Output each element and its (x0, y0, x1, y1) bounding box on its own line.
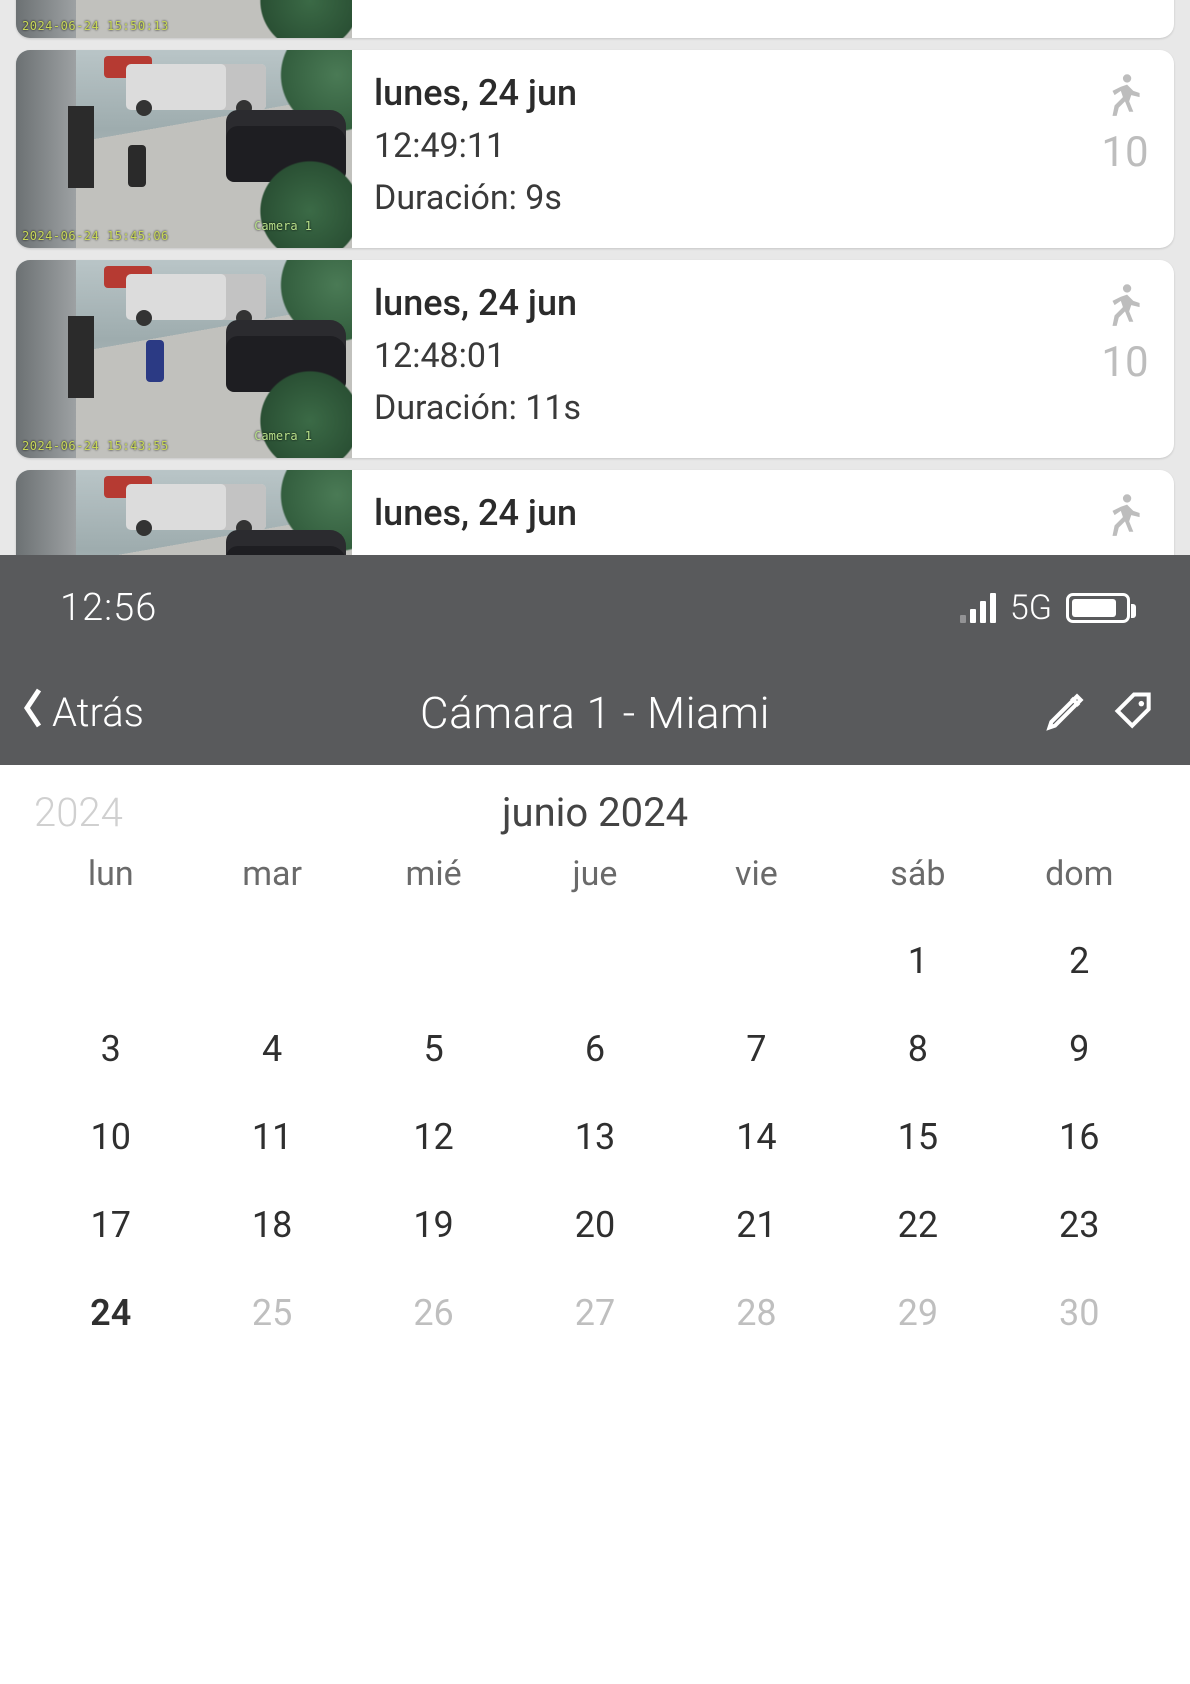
calendar-day[interactable]: 10 (30, 1108, 191, 1166)
calendar-dow: dom (999, 854, 1160, 902)
calendar-day[interactable]: 9 (999, 1020, 1160, 1078)
calendar-day[interactable]: 26 (353, 1284, 514, 1342)
edit-button[interactable] (1034, 681, 1098, 745)
event-info: lunes, 24 jun 12:49:11 Duración: 9s 10 (352, 50, 1174, 248)
signal-icon (960, 593, 996, 623)
calendar-day[interactable]: 29 (837, 1284, 998, 1342)
thumbnail-timestamp: 2024-06-24 15:43:55 (22, 440, 169, 452)
nav-bar: Atrás Cámara 1 - Miami (0, 660, 1190, 765)
calendar-day[interactable]: 7 (676, 1020, 837, 1078)
calendar-day[interactable]: 2 (999, 932, 1160, 990)
event-duration: Duración: 11s (374, 388, 1156, 428)
event-card[interactable]: 2024-06-24 15:50:13 (16, 0, 1174, 38)
calendar-day[interactable]: 25 (191, 1284, 352, 1342)
calendar-day[interactable]: 5 (353, 1020, 514, 1078)
calendar-day[interactable]: 14 (676, 1108, 837, 1166)
calendar-day[interactable]: 16 (999, 1108, 1160, 1166)
calendar-header: 2024 junio 2024 (0, 765, 1190, 846)
tag-button[interactable] (1102, 681, 1166, 745)
calendar-day[interactable]: 30 (999, 1284, 1160, 1342)
status-time: 12:56 (60, 586, 157, 630)
calendar-day[interactable]: 20 (514, 1196, 675, 1254)
event-duration: Duración: 9s (374, 178, 1156, 218)
thumbnail-timestamp: 2024-06-24 15:45:06 (22, 230, 169, 242)
calendar-day[interactable]: 6 (514, 1020, 675, 1078)
motion-badge (1100, 488, 1150, 542)
battery-icon (1066, 593, 1130, 623)
calendar-day[interactable]: 1 (837, 932, 998, 990)
event-card[interactable]: Camera 1 2024-06-24 15:43:55 lunes, 24 j… (16, 260, 1174, 458)
thumbnail-timestamp: 2024-06-24 15:50:13 (22, 20, 169, 32)
running-person-icon (1100, 488, 1150, 542)
running-person-icon (1100, 278, 1150, 332)
motion-count: 10 (1101, 338, 1148, 387)
event-time: 12:49:11 (374, 126, 1156, 166)
calendar-dow: vie (676, 854, 837, 902)
calendar-dow: lun (30, 854, 191, 902)
running-person-icon (1100, 68, 1150, 122)
calendar-day[interactable]: 17 (30, 1196, 191, 1254)
event-thumbnail: Camera 1 2024-06-24 15:43:55 (16, 260, 352, 458)
calendar-day[interactable]: 24 (30, 1284, 191, 1342)
event-date: lunes, 24 jun (374, 72, 1156, 114)
calendar-day[interactable]: 18 (191, 1196, 352, 1254)
status-bar: 12:56 5G (0, 555, 1190, 660)
motion-badge: 10 (1100, 68, 1150, 177)
calendar-day[interactable]: 13 (514, 1108, 675, 1166)
calendar-day[interactable]: 28 (676, 1284, 837, 1342)
event-thumbnail (16, 470, 352, 555)
event-date: lunes, 24 jun (374, 492, 1156, 534)
secondary-screen: 12:56 5G Atrás Cámara 1 - Miami (0, 555, 1190, 1684)
event-info: lunes, 24 jun 12:48:01 Duración: 11s 10 (352, 260, 1174, 458)
page-title: Cámara 1 - Miami (160, 687, 1030, 739)
calendar-month-label: junio 2024 (34, 789, 1156, 836)
calendar-day[interactable]: 22 (837, 1196, 998, 1254)
calendar-day[interactable]: 23 (999, 1196, 1160, 1254)
calendar-day[interactable]: 8 (837, 1020, 998, 1078)
calendar-day[interactable]: 3 (30, 1020, 191, 1078)
calendar-day[interactable]: 12 (353, 1108, 514, 1166)
calendar-day[interactable]: 27 (514, 1284, 675, 1342)
calendar-day[interactable]: 11 (191, 1108, 352, 1166)
thumbnail-camera-label: Camera 1 (254, 430, 312, 442)
calendar-day[interactable]: 15 (837, 1108, 998, 1166)
event-card[interactable]: Camera 1 2024-06-24 15:45:06 lunes, 24 j… (16, 50, 1174, 248)
chevron-left-icon (20, 686, 46, 740)
motion-badge: 10 (1100, 278, 1150, 387)
thumbnail-camera-label: Camera 1 (254, 220, 312, 232)
event-thumbnail: Camera 1 2024-06-24 15:45:06 (16, 50, 352, 248)
network-label: 5G (1010, 588, 1052, 628)
calendar-dow: mié (353, 854, 514, 902)
calendar-day[interactable]: 4 (191, 1020, 352, 1078)
event-date: lunes, 24 jun (374, 282, 1156, 324)
calendar-day[interactable]: 21 (676, 1196, 837, 1254)
calendar-dow: sáb (837, 854, 998, 902)
back-label: Atrás (52, 689, 144, 736)
event-card[interactable]: lunes, 24 jun (16, 470, 1174, 555)
tag-icon (1112, 689, 1156, 737)
calendar-day[interactable]: 19 (353, 1196, 514, 1254)
calendar-dow: jue (514, 854, 675, 902)
calendar-dow: mar (191, 854, 352, 902)
event-thumbnail: 2024-06-24 15:50:13 (16, 0, 352, 38)
calendar-grid: lunmarmiéjueviesábdom1234567891011121314… (0, 846, 1190, 1360)
event-time: 12:48:01 (374, 336, 1156, 376)
events-list: 2024-06-24 15:50:13 Camera 1 2024-06-24 … (0, 0, 1190, 555)
back-button[interactable]: Atrás (8, 678, 156, 748)
pencil-icon (1044, 689, 1088, 737)
event-info: lunes, 24 jun (352, 470, 1174, 555)
motion-count: 10 (1101, 128, 1148, 177)
